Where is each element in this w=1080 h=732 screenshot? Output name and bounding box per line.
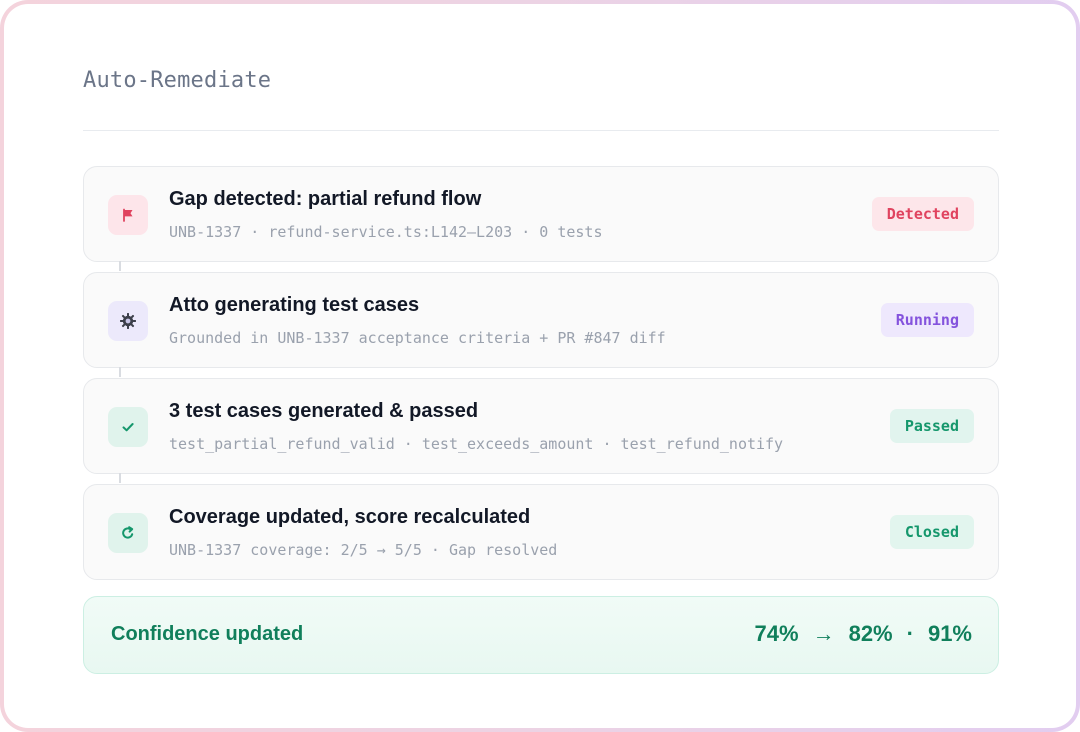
- step-gap-detected[interactable]: Gap detected: partial refund flow UNB-13…: [83, 166, 999, 271]
- gear-icon: [108, 301, 148, 341]
- step-subtitle: UNB-1337 coverage: 2/5 → 5/5 · Gap resol…: [169, 541, 558, 559]
- step-title: Coverage updated, score recalculated: [169, 506, 531, 528]
- step-title: Atto generating test cases: [169, 294, 420, 316]
- step-connector: [119, 261, 121, 271]
- panel-title: Auto-Remediate: [83, 68, 272, 93]
- arrow-right-icon: →: [812, 621, 835, 646]
- step-connector: [119, 473, 121, 483]
- step-coverage-updated[interactable]: Coverage updated, score recalculated UNB…: [83, 484, 999, 580]
- auto-remediate-panel: Auto-Remediate Gap detected: partial ref…: [4, 4, 1076, 728]
- step-subtitle: test_partial_refund_valid · test_exceeds…: [169, 435, 784, 453]
- confidence-to: 82%: [848, 621, 893, 646]
- divider: [83, 130, 999, 131]
- step-connector: [119, 367, 121, 377]
- step-tests-passed[interactable]: 3 test cases generated & passed test_par…: [83, 378, 999, 483]
- panel-frame: Auto-Remediate Gap detected: partial ref…: [0, 0, 1080, 732]
- remediation-steps: Gap detected: partial refund flow UNB-13…: [83, 166, 999, 590]
- status-badge: Running: [880, 303, 974, 337]
- refresh-icon: [108, 513, 148, 553]
- confidence-label: Confidence updated: [111, 623, 304, 645]
- flag-icon: [108, 195, 148, 235]
- confidence-values: 74% → 82% · 91%: [755, 621, 972, 647]
- confidence-summary: Confidence updated 74% → 82% · 91%: [83, 596, 999, 674]
- step-title: Gap detected: partial refund flow: [169, 188, 482, 210]
- step-subtitle: Grounded in UNB-1337 acceptance criteria…: [169, 329, 666, 347]
- step-title: 3 test cases generated & passed: [169, 400, 479, 422]
- status-badge: Passed: [889, 409, 974, 443]
- step-generating-tests[interactable]: Atto generating test cases Grounded in U…: [83, 272, 999, 377]
- confidence-from: 74%: [754, 621, 799, 646]
- confidence-separator: ·: [906, 621, 914, 646]
- status-badge: Detected: [871, 197, 974, 231]
- status-badge: Closed: [889, 515, 974, 549]
- confidence-target: 91%: [927, 621, 972, 646]
- check-icon: [108, 407, 148, 447]
- step-subtitle: UNB-1337 · refund-service.ts:L142–L203 ·…: [169, 223, 603, 241]
